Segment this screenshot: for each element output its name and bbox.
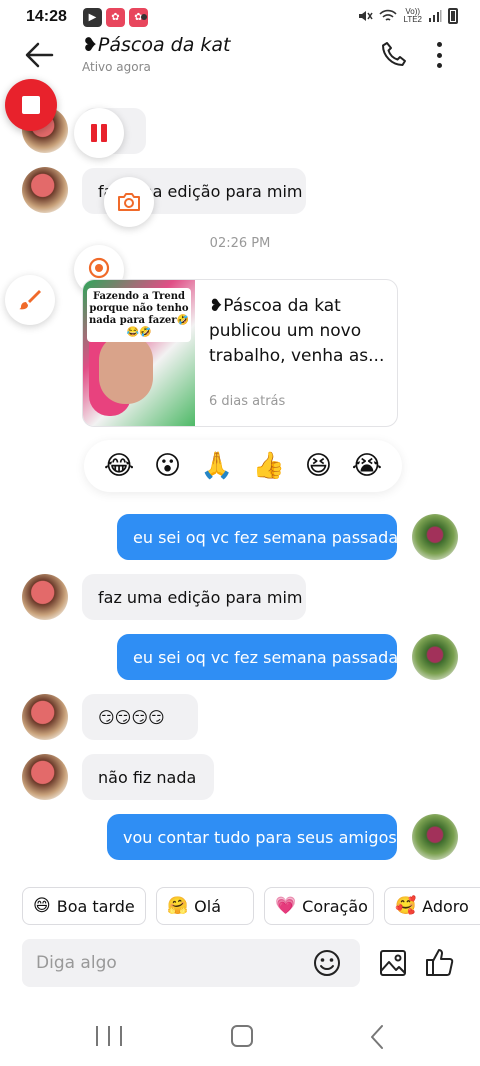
quick-reply-coracao[interactable]: 💗 Coração [264,887,374,925]
presence-status: Ativo agora [82,60,151,74]
my-avatar[interactable] [412,514,458,560]
emoji-picker-icon[interactable] [312,948,342,978]
quick-reply-label: Coração [302,896,368,916]
recent-apps-icon[interactable] [96,1026,122,1048]
wifi-icon [379,9,398,21]
grin-emoji-icon: 😄 [33,896,51,916]
reaction-wow-icon[interactable]: 😮 [154,451,181,481]
shared-post-text: ❥Páscoa da kat publicou um novo trabalho… [209,296,385,366]
reaction-pray-icon[interactable]: 🙏 [201,451,233,481]
status-notification-icons: ▶ ✿ ✿ [83,8,148,27]
brush-icon [19,290,41,310]
quick-reply-label: Boa tarde [56,896,135,916]
network-indicator: Vo)) LTE2 [403,7,422,24]
status-time: 14:28 [26,8,67,25]
reaction-picker: 😂 😮 🙏 👍 😆 😭 [84,440,402,492]
message-composer [22,939,360,987]
message-bubble-incoming[interactable]: 😏😏😏😏 [82,694,198,740]
my-avatar[interactable] [412,634,458,680]
quick-reply-ola[interactable]: 🤗 Olá [156,887,254,925]
system-back-icon[interactable] [370,1024,384,1050]
thumbnail-caption: Fazendo a Trend porque não tenho nada pa… [87,288,191,342]
love-emoji-icon: 🥰 [395,896,417,916]
system-nav-bar [0,1010,480,1066]
my-avatar[interactable] [412,814,458,860]
quick-reply-boa-tarde[interactable]: 😄 Boa tarde [22,887,146,925]
record-pause-button[interactable] [74,108,124,158]
quick-reply-adoro[interactable]: 🥰 Adoro [384,887,480,925]
video-app-icon: ✿ [106,8,125,27]
message-timestamp: 02:26 PM [209,236,271,251]
notification-dot-icon [141,14,147,20]
back-arrow-icon[interactable] [22,38,56,72]
contact-avatar[interactable] [22,574,68,620]
contact-avatar[interactable] [22,754,68,800]
chat-title-block[interactable]: ❥Páscoa da kat Ativo agora [82,34,231,74]
message-bubble-outgoing[interactable]: eu sei oq vc fez semana passada [117,514,398,560]
record-stop-button[interactable] [5,79,57,131]
signal-icon [429,10,442,22]
reaction-thumbs-up-icon[interactable]: 👍 [253,451,285,481]
pause-icon [91,124,97,142]
shared-post-card[interactable]: Fazendo a Trend porque não tenho nada pa… [82,279,398,427]
message-bubble-outgoing[interactable]: eu sei oq vc fez semana passada [117,634,398,680]
message-input[interactable] [36,951,306,975]
shared-post-thumbnail: Fazendo a Trend porque não tenho nada pa… [83,280,195,426]
status-bar: 14:28 ▶ ✿ ✿ Vo)) LTE2 [0,0,480,34]
play-app-icon: ▶ [83,8,102,27]
camera-icon [118,193,140,211]
message-bubble-incoming[interactable]: não fiz nada [82,754,214,800]
contact-avatar[interactable] [22,167,68,213]
phone-call-icon[interactable] [380,40,408,68]
stop-icon [22,96,40,114]
quick-reply-label: Olá [194,896,222,916]
shared-post-age: 6 dias atrás [209,394,286,409]
message-bubble-outgoing[interactable]: vou contar tudo para seus amigos [107,814,397,860]
mute-icon [359,11,374,21]
message-bubble-incoming[interactable]: faz uma edição para mim [82,574,306,620]
contact-avatar[interactable] [22,694,68,740]
status-system-icons: Vo)) LTE2 [357,8,458,24]
brush-button[interactable] [5,275,55,325]
reaction-laugh-icon[interactable]: 😂 [104,451,134,481]
chat-title: ❥Páscoa da kat [82,34,231,56]
thumbs-up-icon[interactable] [424,946,456,978]
screenshot-button[interactable] [104,177,154,227]
more-options-icon[interactable] [428,40,450,70]
hug-emoji-icon: 🤗 [167,896,189,916]
heart-emoji-icon: 💗 [275,896,297,916]
reaction-cry-icon[interactable]: 😭 [352,451,382,481]
battery-icon [448,8,458,24]
reaction-squint-laugh-icon[interactable]: 😆 [305,451,332,481]
home-icon[interactable] [231,1025,253,1047]
quick-reply-label: Adoro [422,896,469,916]
chat-header: ❥Páscoa da kat Ativo agora [0,30,480,84]
image-gallery-icon[interactable] [378,948,408,978]
